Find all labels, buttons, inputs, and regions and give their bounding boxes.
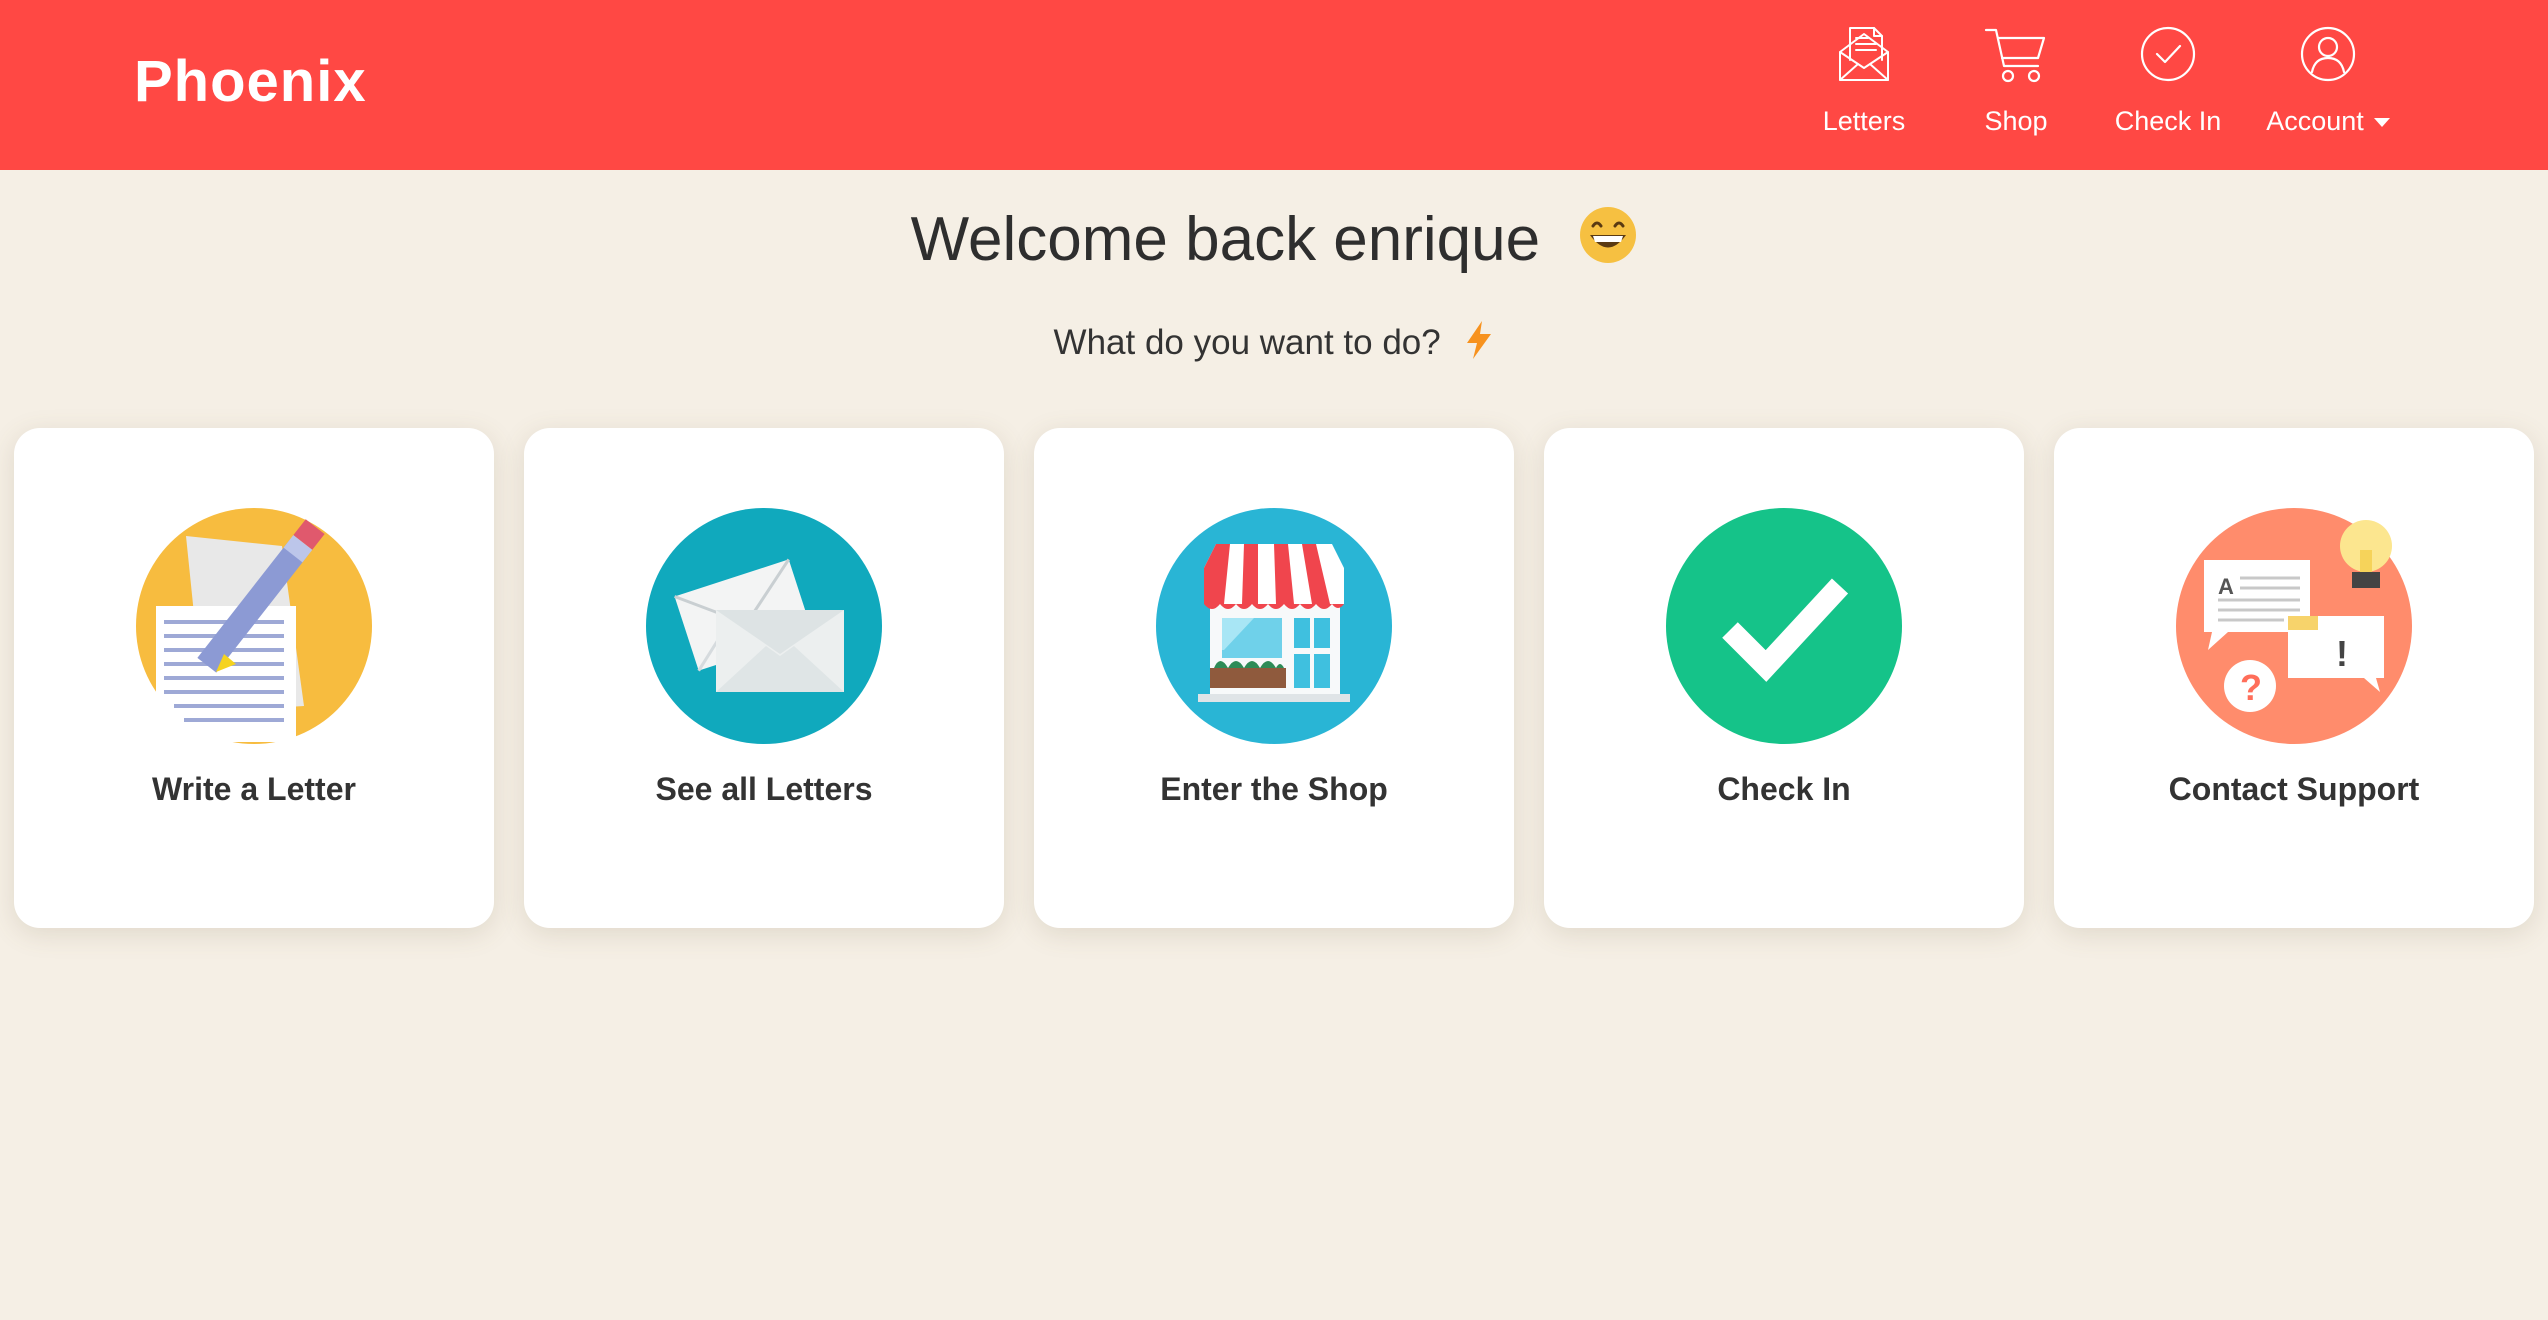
nav-item-account[interactable]: Account (2238, 22, 2418, 150)
welcome-title: Welcome back enrique (910, 205, 1541, 274)
subtitle: What do you want to do? (0, 320, 2548, 363)
checkmark-icon (1666, 508, 1902, 744)
check-circle-icon (2140, 26, 2196, 82)
card-write-letter[interactable]: Write a Letter (14, 428, 494, 928)
card-check-in[interactable]: Check In (1544, 428, 2024, 928)
svg-text:?: ? (2240, 667, 2262, 708)
cart-icon (1984, 28, 2046, 83)
welcome-heading: Welcome back enrique (0, 204, 2548, 275)
nav-label-check-in: Check In (2114, 106, 2222, 136)
svg-text:!: ! (2336, 633, 2348, 674)
nav-item-check-in[interactable]: Check In (2078, 22, 2258, 150)
user-icon (2300, 26, 2356, 82)
card-label: Write a Letter (152, 771, 356, 807)
card-enter-shop[interactable]: Enter the Shop (1034, 428, 1514, 928)
lightning-icon (1467, 321, 1492, 359)
card-label: Check In (1717, 771, 1851, 807)
card-label: Enter the Shop (1160, 771, 1388, 807)
grinning-face-icon (1580, 207, 1637, 263)
storefront-icon (1156, 508, 1392, 744)
chevron-down-icon (2373, 118, 2390, 128)
top-navigation-bar: Phoenix Letters Shop Check In Account (0, 0, 2548, 170)
card-label: See all Letters (655, 771, 873, 807)
nav-label-account: Account (2238, 106, 2418, 137)
brand-logo[interactable]: Phoenix (134, 48, 367, 115)
envelopes-icon (646, 508, 882, 744)
card-label: Contact Support (2168, 771, 2420, 807)
write-letter-icon (136, 508, 372, 744)
card-contact-support[interactable]: A ! ? Contact Support (2054, 428, 2534, 928)
support-chat-icon: A ! ? (2176, 508, 2412, 744)
card-see-all-letters[interactable]: See all Letters (524, 428, 1004, 928)
svg-text:A: A (2218, 574, 2234, 599)
subtitle-text: What do you want to do? (1053, 323, 1441, 362)
letters-icon (1839, 27, 1889, 81)
account-label-text: Account (2266, 106, 2364, 136)
